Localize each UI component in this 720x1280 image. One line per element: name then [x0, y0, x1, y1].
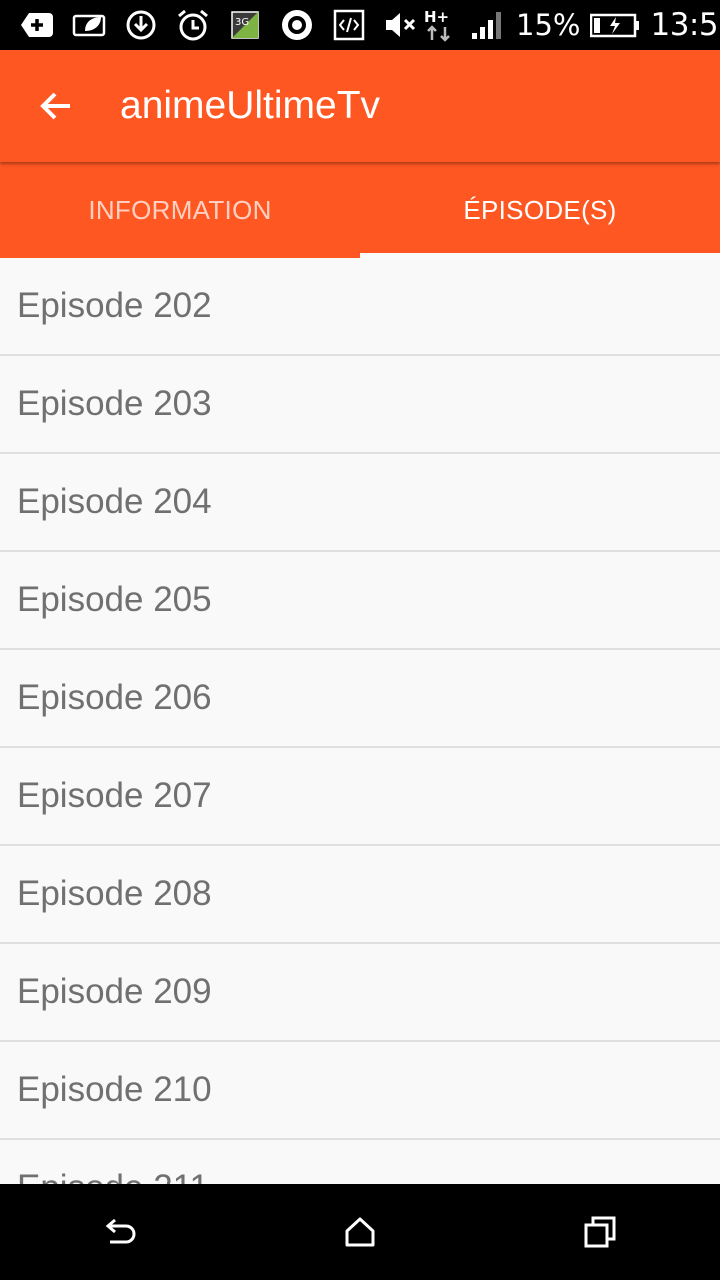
tab-bar: INFORMATION ÉPISODE(S): [0, 162, 720, 258]
status-bar: 3G H+ 15% 13:52: [0, 0, 720, 50]
svg-text:3G: 3G: [235, 17, 249, 28]
app-toolbar: animeUltimeTv: [0, 50, 720, 162]
episode-label: Episode 210: [17, 1070, 212, 1109]
nav-back-button[interactable]: [60, 1184, 180, 1280]
recents-icon: [584, 1216, 616, 1248]
back-button[interactable]: [0, 50, 112, 162]
episode-label: Episode 203: [17, 384, 212, 423]
episode-label: Episode 205: [17, 580, 212, 619]
list-item[interactable]: Episode 205: [0, 552, 720, 650]
alarm-icon: [174, 7, 212, 43]
circle-app-icon: [278, 7, 316, 43]
download-sync-icon: [122, 7, 160, 43]
svg-text:H+: H+: [424, 8, 449, 26]
nav-home-button[interactable]: [300, 1184, 420, 1280]
list-item[interactable]: Episode 203: [0, 356, 720, 454]
toolbar-title: animeUltimeTv: [120, 84, 381, 127]
signal-icon: [468, 7, 506, 43]
episode-label: Episode 208: [17, 874, 212, 913]
home-icon: [345, 1217, 375, 1247]
network-h-plus-icon: H+: [420, 7, 458, 43]
episode-list[interactable]: Episode 202 Episode 203 Episode 204 Epis…: [0, 258, 720, 1184]
list-item[interactable]: Episode 202: [0, 258, 720, 356]
list-item[interactable]: Episode 207: [0, 748, 720, 846]
episode-label: Episode 211: [17, 1168, 209, 1184]
list-item[interactable]: Episode 210: [0, 1042, 720, 1140]
notification-icons: 3G: [18, 0, 420, 50]
clock: 13:52: [650, 6, 720, 43]
mute-icon: [382, 7, 420, 43]
list-item[interactable]: Episode 206: [0, 650, 720, 748]
tab-information[interactable]: INFORMATION: [0, 162, 360, 258]
list-item[interactable]: Episode 209: [0, 944, 720, 1042]
battery-percent: 15%: [516, 7, 581, 42]
battery-charging-icon: [590, 7, 640, 43]
leaf-mail-icon: [70, 7, 108, 43]
add-icon: [18, 7, 56, 43]
episode-label: Episode 202: [17, 286, 212, 325]
3g-icon: 3G: [226, 7, 264, 43]
system-nav-bar: [0, 1184, 720, 1280]
code-icon: [330, 7, 368, 43]
episode-label: Episode 206: [17, 678, 212, 717]
app-screen: 3G H+ 15% 13:52: [0, 0, 720, 1280]
episode-label: Episode 207: [17, 776, 212, 815]
arrow-back-icon: [40, 92, 70, 120]
list-item[interactable]: Episode 211: [0, 1140, 720, 1184]
back-icon: [105, 1218, 136, 1244]
tab-episodes[interactable]: ÉPISODE(S): [360, 162, 720, 258]
list-item[interactable]: Episode 208: [0, 846, 720, 944]
nav-recents-button[interactable]: [540, 1184, 660, 1280]
list-item[interactable]: Episode 204: [0, 454, 720, 552]
episode-label: Episode 204: [17, 482, 212, 521]
system-status: H+ 15% 13:52: [420, 0, 720, 50]
episode-label: Episode 209: [17, 972, 212, 1011]
